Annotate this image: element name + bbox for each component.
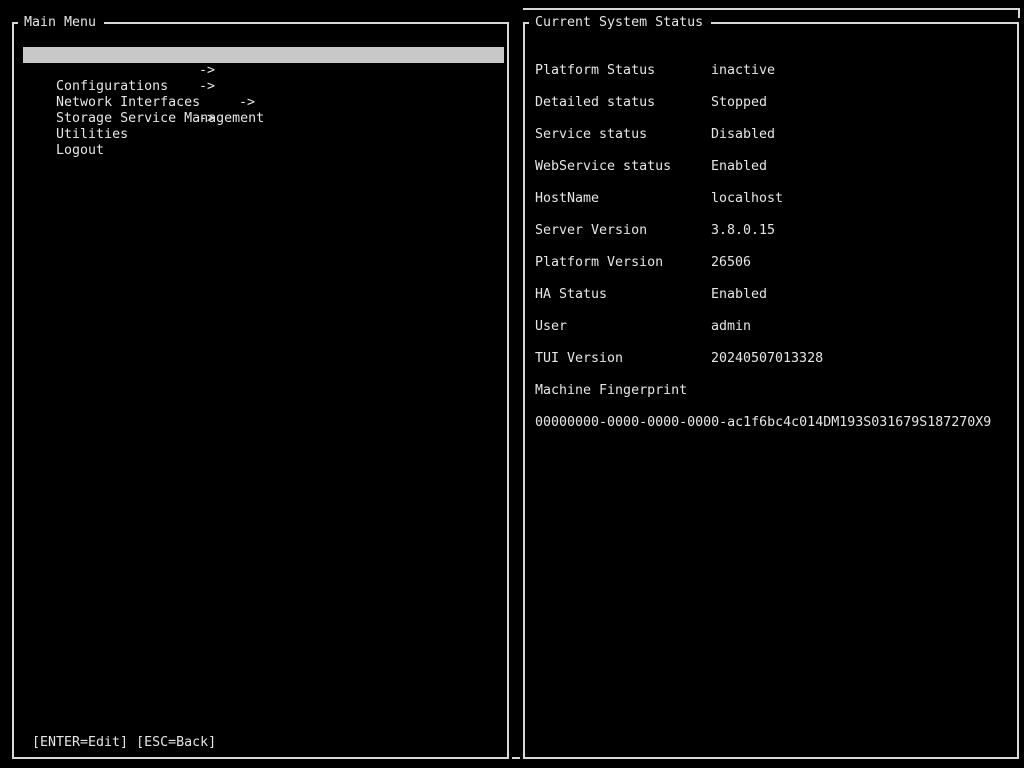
outer-frame-top-line xyxy=(523,8,1020,10)
status-value: inactive xyxy=(711,63,776,78)
status-row-machine-fingerprint: Machine Fingerprint xyxy=(535,383,1010,415)
status-value: Stopped xyxy=(711,95,768,110)
status-label: Detailed status xyxy=(535,95,656,110)
status-value: 3.8.0.15 xyxy=(711,223,776,238)
status-label: Service status xyxy=(535,127,648,142)
status-label: WebService status xyxy=(535,159,672,174)
status-value: 20240507013328 xyxy=(711,351,824,366)
menu-item-storage-service-management[interactable]: Storage Service Management -> xyxy=(23,95,504,126)
frame-divider-tick xyxy=(512,757,520,759)
status-row-platform-status: Platform Status inactive xyxy=(535,63,1010,95)
status-row-hostname: HostName localhost xyxy=(535,191,1010,223)
status-value: Enabled xyxy=(711,287,768,302)
submenu-arrow-icon: -> xyxy=(199,63,216,78)
status-value: Enabled xyxy=(711,159,768,174)
status-value: localhost xyxy=(711,191,784,206)
system-status-list: Platform Status inactive Detailed status… xyxy=(535,63,1010,415)
status-row-server-version: Server Version 3.8.0.15 xyxy=(535,223,1010,255)
status-label: HostName xyxy=(535,191,600,206)
status-label: HA Status xyxy=(535,287,608,302)
menu-item-system-status[interactable]: System Status xyxy=(23,47,504,78)
machine-fingerprint-value: 00000000-0000-0000-0000-ac1f6bc4c014DM19… xyxy=(535,415,992,430)
status-row-detailed-status: Detailed status Stopped xyxy=(535,95,1010,127)
status-row-ha-status: HA Status Enabled xyxy=(535,287,1010,319)
status-row-tui-version: TUI Version 20240507013328 xyxy=(535,351,1010,383)
status-value: Disabled xyxy=(711,127,776,142)
keyboard-help-hint: [ENTER=Edit] [ESC=Back] xyxy=(32,735,217,750)
status-row-user: User admin xyxy=(535,319,1010,351)
status-value: admin xyxy=(711,319,752,334)
menu-item-network-interfaces[interactable]: Network Interfaces -> xyxy=(23,79,504,110)
status-row-service-status: Service status Disabled xyxy=(535,127,1010,159)
status-label: Server Version xyxy=(535,223,648,238)
status-label: Machine Fingerprint xyxy=(535,383,688,398)
menu-item-configurations[interactable]: Configurations -> xyxy=(23,63,504,94)
status-row-platform-version: Platform Version 26506 xyxy=(535,255,1010,287)
status-label: TUI Version xyxy=(535,351,624,366)
submenu-arrow-icon: -> xyxy=(199,111,216,126)
menu-item-label: Logout xyxy=(56,143,105,158)
menu-item-logout[interactable]: Logout xyxy=(23,127,504,158)
status-label: Platform Version xyxy=(535,255,664,270)
status-label: Platform Status xyxy=(535,63,656,78)
submenu-arrow-icon: -> xyxy=(239,95,256,110)
submenu-arrow-icon: -> xyxy=(199,79,216,94)
status-label: User xyxy=(535,319,568,334)
status-value: 26506 xyxy=(711,255,752,270)
system-status-title: Current System Status xyxy=(529,15,712,31)
main-menu-list: System Status Configurations -> Network … xyxy=(23,47,504,158)
status-row-webservice-status: WebService status Enabled xyxy=(535,159,1010,191)
main-menu-title: Main Menu xyxy=(18,15,105,31)
outer-frame-right-line xyxy=(1018,8,1020,18)
menu-item-utilities[interactable]: Utilities -> xyxy=(23,111,504,142)
